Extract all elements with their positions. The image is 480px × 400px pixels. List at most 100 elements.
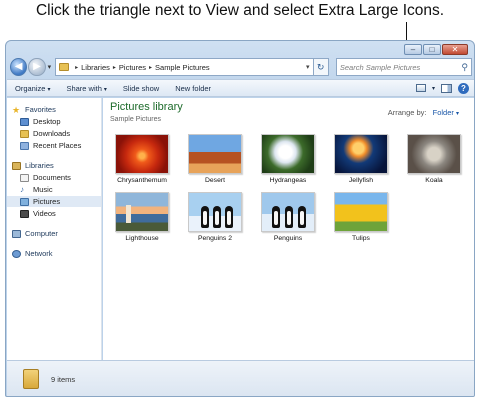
navigation-pane: ★ Favorites Desktop Downloads Recent Plac… — [7, 98, 102, 360]
organize-menu[interactable]: Organize ▾ — [7, 84, 58, 93]
thumbnail-image — [334, 134, 388, 174]
file-name: Jellyfish — [348, 177, 374, 184]
search-placeholder: Search Sample Pictures — [339, 62, 421, 72]
sidebar-item-recent-places[interactable]: Recent Places — [7, 140, 101, 151]
file-chrysanthemum[interactable]: Chrysanthemum — [113, 134, 171, 189]
thumbnail-image — [115, 192, 169, 232]
instruction-caption: Click the triangle next to View and sele… — [35, 2, 445, 19]
thumbnail-image — [407, 134, 461, 174]
file-name: Hydrangeas — [269, 177, 307, 184]
folder-icon — [23, 369, 39, 389]
window-controls: – □ ✕ — [404, 44, 468, 55]
slide-show-button[interactable]: Slide show — [115, 84, 167, 93]
music-icon: ♪ — [20, 184, 24, 194]
breadcrumb-libraries[interactable]: Libraries — [81, 63, 110, 72]
breadcrumb-separator: ▸ — [149, 64, 153, 71]
explorer-window: – □ ✕ ◀ ▶ ▾ ▸ Libraries ▸ Pictures ▸ Sam… — [5, 40, 475, 397]
help-icon[interactable]: ? — [458, 82, 469, 94]
sidebar-item-network[interactable]: Network — [7, 248, 101, 259]
refresh-button[interactable]: ↻ — [313, 58, 329, 76]
change-view-icon[interactable] — [415, 84, 426, 92]
organize-label: Organize — [15, 83, 46, 93]
sidebar-item-videos[interactable]: Videos — [7, 208, 101, 219]
breadcrumb-sample-pictures[interactable]: Sample Pictures — [155, 63, 210, 72]
thumbnail-image — [188, 134, 242, 174]
arrange-by-dropdown[interactable]: Folder — [433, 108, 454, 117]
arrange-by-label: Arrange by: — [387, 108, 427, 117]
file-list-pane: Pictures library Sample Pictures Arrange… — [103, 98, 474, 360]
videos-icon — [20, 209, 29, 218]
file-lighthouse[interactable]: Lighthouse — [113, 192, 171, 247]
chevron-down-icon: ▾ — [47, 86, 51, 93]
desktop-icon — [20, 117, 29, 126]
sidebar-item-desktop[interactable]: Desktop — [7, 116, 101, 127]
sidebar-item-computer[interactable]: Computer — [7, 228, 101, 239]
preview-pane-icon[interactable] — [441, 83, 452, 93]
sidebar-item-pictures[interactable]: Pictures — [7, 196, 101, 207]
breadcrumb-pictures[interactable]: Pictures — [119, 63, 146, 72]
share-with-menu[interactable]: Share with ▾ — [58, 84, 114, 93]
sidebar-item-libraries[interactable]: Libraries — [7, 160, 101, 171]
penguin-shape — [201, 206, 209, 228]
file-jellyfish[interactable]: Jellyfish — [332, 134, 390, 189]
thumbnail-image — [115, 134, 169, 174]
lighthouse-tower-shape — [126, 205, 131, 223]
favorites-group: ★ Favorites Desktop Downloads Recent Plac… — [7, 104, 101, 151]
sidebar-item-music[interactable]: ♪ Music — [7, 184, 101, 195]
file-name: Koala — [425, 177, 443, 184]
star-icon: ★ — [12, 104, 21, 115]
view-controls: ▾ ? — [415, 82, 474, 94]
new-folder-button[interactable]: New folder — [167, 84, 219, 93]
folder-icon — [59, 63, 70, 71]
maximize-button[interactable]: □ — [423, 44, 441, 55]
file-koala[interactable]: Koala — [405, 134, 463, 189]
thumbnail-image — [188, 192, 242, 232]
file-penguins-2[interactable]: Penguins 2 — [186, 192, 244, 247]
file-penguins[interactable]: Penguins — [259, 192, 317, 247]
address-history-dropdown[interactable]: ▾ — [306, 63, 313, 71]
file-desert[interactable]: Desert — [186, 134, 244, 189]
chevron-down-icon: ▾ — [103, 86, 107, 93]
penguin-shape — [272, 206, 280, 228]
thumbnail-image — [261, 134, 315, 174]
penguin-shape — [298, 206, 306, 228]
address-bar[interactable]: ▸ Libraries ▸ Pictures ▸ Sample Pictures… — [55, 58, 314, 76]
documents-icon — [20, 173, 29, 182]
file-name: Penguins 2 — [197, 235, 232, 242]
file-name: Penguins — [273, 235, 303, 242]
command-bar: Organize ▾ Share with ▾ Slide show New fol… — [7, 79, 474, 97]
network-group: Network — [7, 248, 101, 259]
penguin-shape — [225, 206, 233, 228]
search-input[interactable]: Search Sample Pictures ⚲ — [335, 58, 472, 76]
libraries-group: Libraries Documents ♪ Music Pictures Vide… — [7, 160, 101, 219]
search-icon[interactable]: ⚲ — [461, 62, 468, 73]
file-tulips[interactable]: Tulips — [332, 192, 390, 247]
sidebar-item-documents[interactable]: Documents — [7, 172, 101, 183]
share-with-label: Share with — [66, 83, 102, 93]
recent-pages-dropdown[interactable]: ▾ — [48, 63, 52, 71]
arrange-by-control: Arrange by: Folder ▾ — [388, 108, 459, 117]
computer-group: Computer — [7, 228, 101, 239]
view-options-dropdown[interactable]: ▾ — [432, 85, 435, 92]
page-title: Pictures library — [110, 101, 183, 113]
penguin-shape — [285, 206, 293, 228]
recent-places-icon — [20, 141, 29, 150]
close-button[interactable]: ✕ — [442, 44, 468, 55]
forward-button[interactable]: ▶ — [28, 58, 46, 76]
breadcrumb-separator: ▸ — [112, 64, 116, 71]
pictures-icon — [20, 197, 29, 206]
file-name: Tulips — [352, 235, 370, 242]
chevron-down-icon[interactable]: ▾ — [456, 111, 459, 117]
navigation-bar: ◀ ▶ ▾ ▸ Libraries ▸ Pictures ▸ Sample Pi… — [10, 57, 472, 77]
network-icon — [12, 249, 21, 258]
sidebar-item-downloads[interactable]: Downloads — [7, 128, 101, 139]
penguin-shape — [213, 206, 221, 228]
thumbnail-image — [334, 192, 388, 232]
file-name: Desert — [204, 177, 226, 184]
back-button[interactable]: ◀ — [10, 58, 28, 76]
file-hydrangeas[interactable]: Hydrangeas — [259, 134, 317, 189]
computer-icon — [12, 229, 21, 238]
item-count: 9 items — [51, 374, 76, 384]
minimize-button[interactable]: – — [404, 44, 422, 55]
sidebar-item-favorites[interactable]: ★ Favorites — [7, 104, 101, 115]
